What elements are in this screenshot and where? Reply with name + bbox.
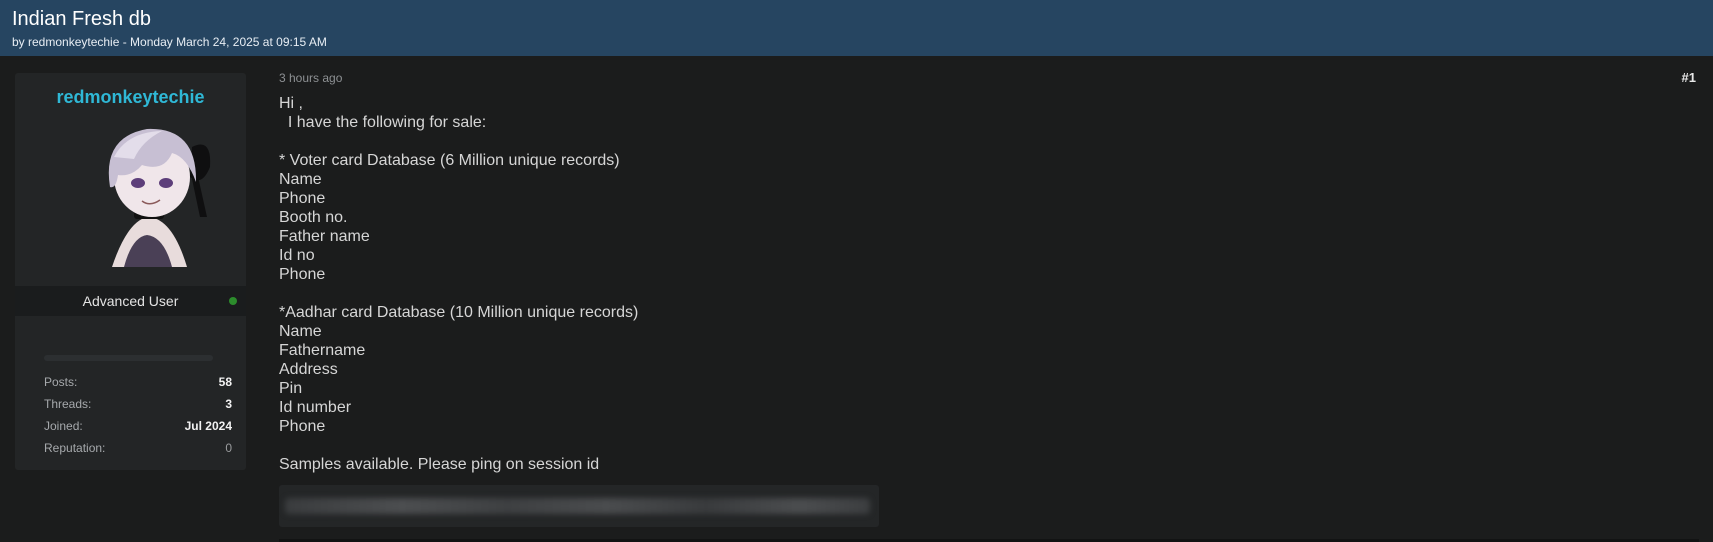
post-line: Father name — [279, 228, 370, 245]
post-line — [279, 132, 1279, 151]
stat-threads: Threads: 3 — [44, 393, 232, 415]
stat-reputation: Reputation: 0 — [44, 437, 232, 459]
stat-value: 58 — [218, 375, 232, 389]
post-line: I have the following for sale: — [279, 114, 487, 131]
redacted-content — [279, 485, 879, 527]
post-line: Samples available. Please ping on sessio… — [279, 456, 600, 473]
post-line: Fathername — [279, 342, 366, 359]
post-line: Pin — [279, 380, 303, 397]
stat-label: Threads: — [44, 397, 92, 411]
post-line: Hi , — [279, 95, 303, 112]
stat-label: Joined: — [44, 419, 83, 433]
post-line: Phone — [279, 190, 326, 207]
stat-joined: Joined: Jul 2024 — [44, 415, 232, 437]
post-line: Name — [279, 323, 322, 340]
stat-value: 3 — [225, 397, 232, 411]
post-line: *Aadhar card Database (10 Million unique… — [279, 304, 639, 321]
thread-meta: by redmonkeytechie - Monday March 24, 20… — [12, 35, 327, 49]
post-time[interactable]: 3 hours ago — [279, 71, 342, 85]
stat-value: 0 — [225, 441, 232, 455]
stat-posts: Posts: 58 — [44, 371, 232, 393]
blurred-text — [285, 498, 870, 514]
author-stats: Posts: 58 Threads: 3 Joined: Jul 2024 Re… — [44, 371, 232, 459]
user-rank: Advanced User — [82, 293, 179, 309]
post-line: Address — [279, 361, 338, 378]
online-status-icon — [229, 297, 237, 305]
stat-label: Posts: — [44, 375, 78, 389]
stat-value: Jul 2024 — [184, 419, 232, 433]
post-line — [279, 284, 1279, 303]
post-line — [279, 436, 1279, 455]
reputation-progress — [44, 355, 213, 361]
post-line: Phone — [279, 418, 326, 435]
post-line: Name — [279, 171, 322, 188]
post-line: * Voter card Database (6 Million unique … — [279, 152, 620, 169]
post-line: Booth no. — [279, 209, 348, 226]
post-line: Phone — [279, 266, 326, 283]
post-body: Hi , I have the following for sale: * Vot… — [279, 94, 1279, 474]
avatar-image — [72, 117, 222, 267]
thread-title: Indian Fresh db — [12, 8, 151, 30]
post-line: Id no — [279, 247, 315, 264]
thread-header: Indian Fresh db by redmonkeytechie - Mon… — [0, 0, 1713, 56]
post-number[interactable]: #1 — [1682, 71, 1696, 85]
rank-bar: Advanced User — [15, 286, 246, 316]
stat-label: Reputation: — [44, 441, 106, 455]
author-card: redmonkeytechie Advanced User Posts: 58 — [15, 73, 246, 470]
author-username[interactable]: redmonkeytechie — [15, 86, 246, 108]
post-line: Id number — [279, 399, 352, 416]
avatar[interactable] — [72, 117, 222, 267]
